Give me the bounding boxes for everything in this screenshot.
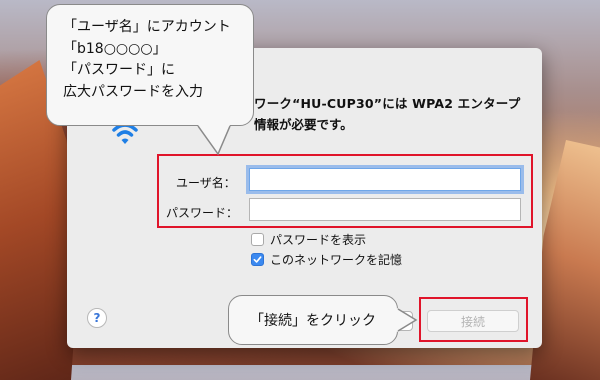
remember-network-checkbox[interactable]: [251, 253, 264, 266]
password-input[interactable]: [249, 198, 521, 221]
show-password-label: パスワードを表示: [270, 233, 367, 247]
username-label: ユーザ名：: [176, 176, 236, 190]
callout-top-line-4: 広大パスワードを入力: [63, 83, 203, 100]
callout-top-line-2: 「b18○○○○」: [63, 40, 167, 57]
dialog-message-line1: ワーク“HU-CUP30”には WPA2 エンタープ: [254, 96, 521, 111]
checkmark-icon: [253, 256, 262, 263]
password-label: パスワード：: [166, 206, 239, 220]
show-password-row[interactable]: パスワードを表示: [251, 231, 366, 248]
remember-network-row[interactable]: このネットワークを記憶: [251, 251, 402, 268]
show-password-checkbox[interactable]: [251, 233, 264, 246]
instruction-callout-bottom: 「接続」をクリック: [228, 295, 398, 345]
callout-bottom-tail: [397, 308, 418, 332]
connect-button[interactable]: 接続: [427, 310, 519, 332]
callout-bottom-text: 「接続」をクリック: [250, 313, 376, 329]
remember-network-label: このネットワークを記憶: [270, 253, 403, 267]
callout-top-line-3: 「パスワード」に: [63, 62, 175, 78]
instruction-callout-top: 「ユーザ名」にアカウント 「b18○○○○」 「パスワード」に 広大パスワードを…: [46, 4, 254, 126]
dialog-message-line2: 情報が必要です。: [254, 117, 353, 132]
help-button[interactable]: ?: [87, 308, 107, 328]
username-input[interactable]: [249, 168, 521, 191]
callout-top-line-1: 「ユーザ名」にアカウント: [63, 19, 231, 35]
help-icon: ?: [93, 311, 101, 325]
callout-top-tail: [197, 125, 231, 156]
